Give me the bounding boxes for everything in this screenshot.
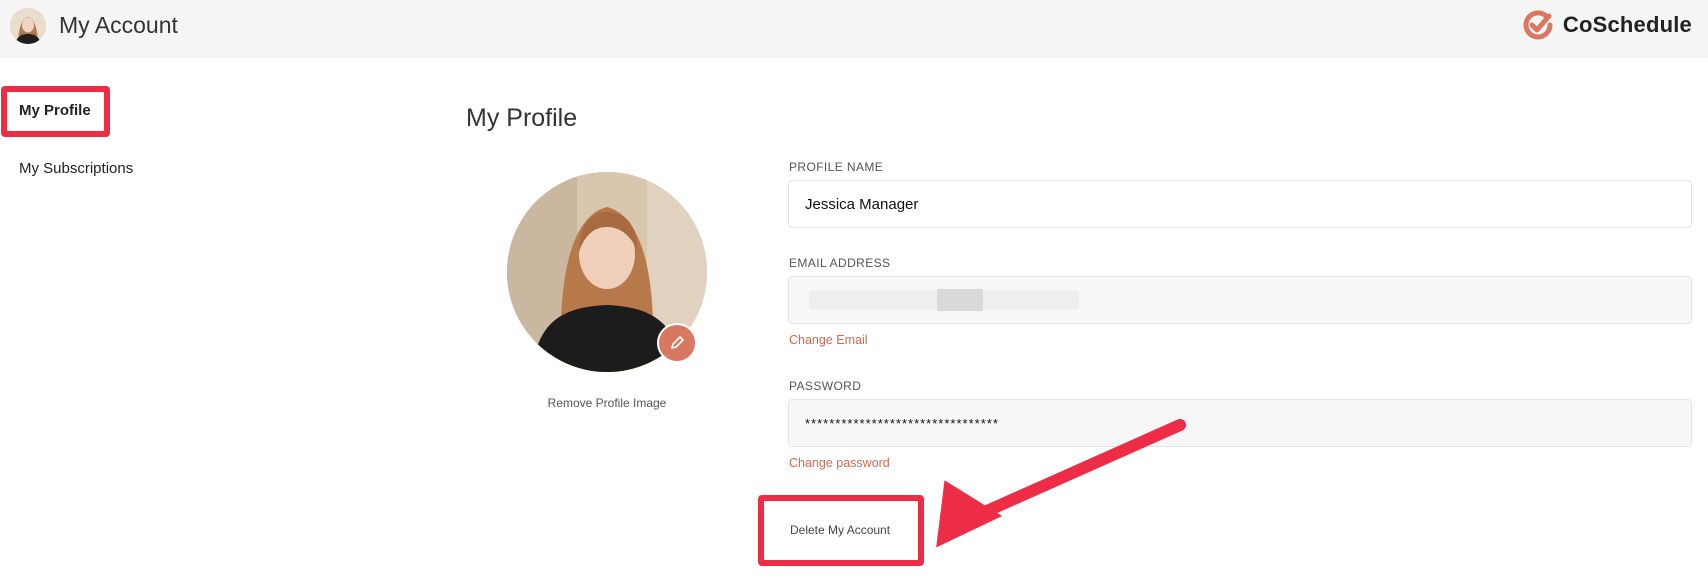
email-address-label: EMAIL ADDRESS	[789, 256, 891, 270]
top-bar: My Account CoSchedule	[0, 0, 1708, 58]
email-address-field	[788, 276, 1692, 324]
header-avatar[interactable]	[10, 8, 46, 44]
change-email-link[interactable]: Change Email	[789, 333, 868, 347]
change-password-link[interactable]: Change password	[789, 456, 890, 470]
profile-name-label: PROFILE NAME	[789, 160, 884, 174]
coschedule-logo-icon	[1523, 10, 1553, 40]
annotation-arrow	[936, 419, 1186, 548]
profile-name-value: Jessica Manager	[805, 195, 919, 213]
annotation-highlight-my-profile	[1, 86, 110, 137]
redacted-email-blur	[937, 289, 983, 311]
brand-logo[interactable]: CoSchedule	[1521, 8, 1692, 42]
page-title: My Account	[59, 12, 178, 38]
section-title: My Profile	[466, 104, 578, 132]
edit-photo-button[interactable]	[657, 323, 697, 363]
brand-name: CoSchedule	[1562, 12, 1692, 37]
profile-name-field[interactable]: Jessica Manager	[788, 180, 1692, 228]
remove-profile-image-link[interactable]: Remove Profile Image	[520, 396, 694, 410]
password-label: PASSWORD	[789, 379, 862, 393]
sidebar-item-my-subscriptions[interactable]: My Subscriptions	[19, 160, 133, 177]
pencil-icon	[671, 336, 684, 349]
